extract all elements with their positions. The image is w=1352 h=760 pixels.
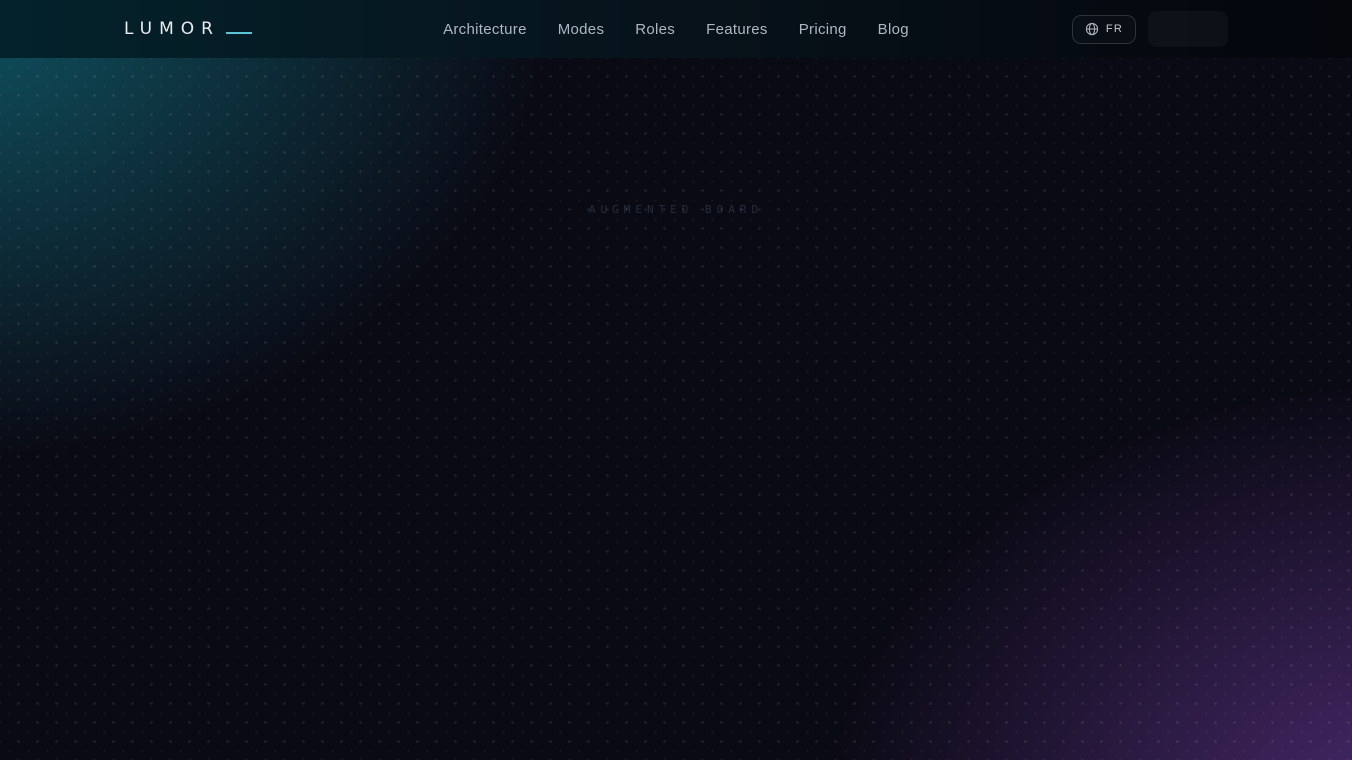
language-button[interactable]: FR (1071, 14, 1136, 44)
brand-name: LUMOR (124, 19, 220, 39)
globe-icon (1085, 22, 1099, 36)
hero-watermark: AUGMENTED BOARD (588, 203, 764, 216)
page: LUMOR Architecture Modes Roles Features … (0, 0, 1352, 760)
language-code: FR (1105, 23, 1123, 35)
hero-section: AUGMENTED BOARD (0, 58, 1352, 760)
nav-item-modes[interactable]: Modes (558, 21, 605, 38)
main-nav: Architecture Modes Roles Features Pricin… (314, 21, 1038, 38)
nav-item-architecture[interactable]: Architecture (443, 21, 527, 38)
brand-dash-icon (225, 32, 252, 34)
nav-item-features[interactable]: Features (706, 21, 768, 38)
header-actions: FR (1038, 11, 1228, 47)
header: LUMOR Architecture Modes Roles Features … (0, 0, 1352, 58)
nav-item-blog[interactable]: Blog (878, 21, 909, 38)
nav-item-roles[interactable]: Roles (635, 21, 675, 38)
header-cta-button[interactable] (1148, 11, 1228, 47)
brand-logo[interactable]: LUMOR (124, 19, 314, 39)
nav-item-pricing[interactable]: Pricing (799, 21, 847, 38)
